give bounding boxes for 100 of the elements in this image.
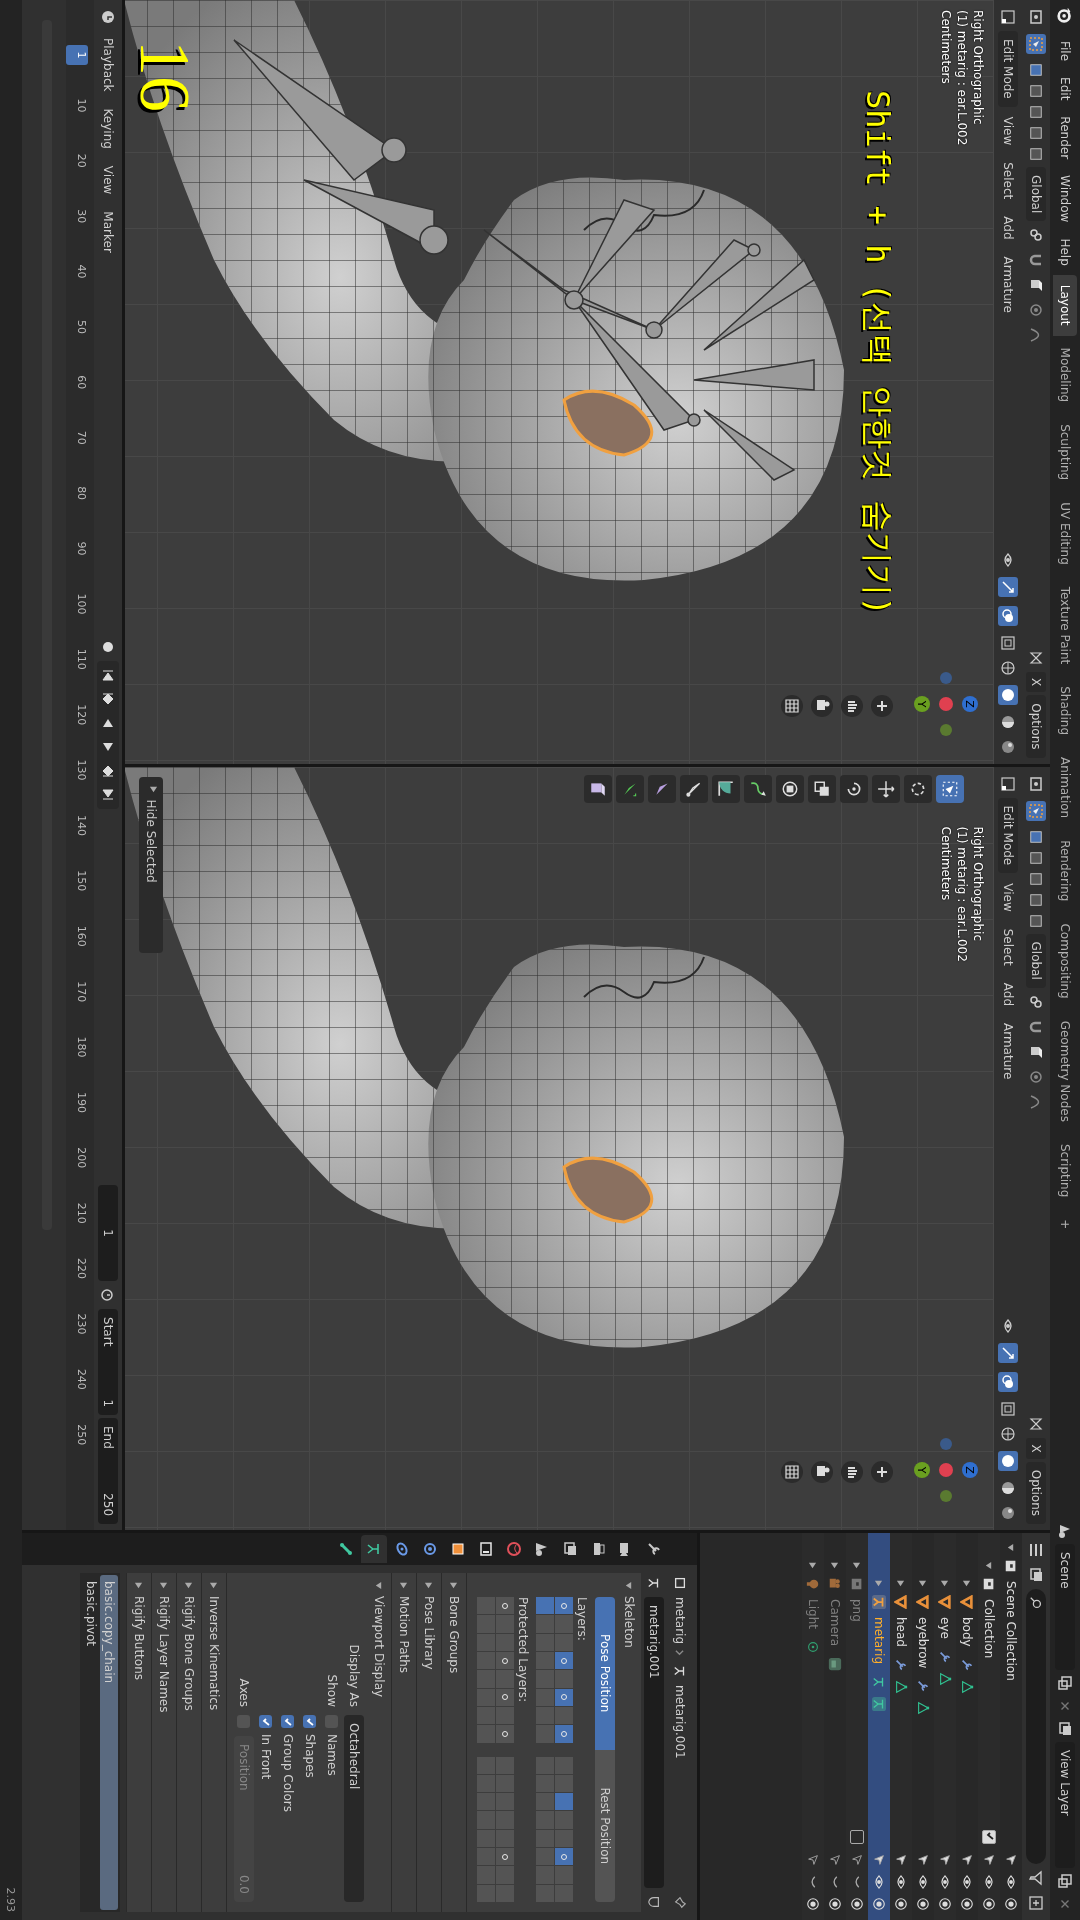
box-select-icon[interactable] — [1026, 34, 1046, 54]
timeline-menu[interactable]: Playback — [98, 31, 118, 99]
workspace-tab[interactable]: Compositing — [1053, 913, 1077, 1009]
viewport-canvas[interactable]: Right Orthographic (1) metarig : ear.L.002 Centimeters Z Y Shift + h (선택 안한것 숨기기) 16 — [125, 0, 994, 764]
camera-render-icon[interactable] — [982, 1897, 996, 1911]
camera-render-icon[interactable] — [850, 1897, 864, 1911]
mode-dropdown[interactable]: Edit Mode — [998, 797, 1018, 874]
layer-toggle[interactable] — [536, 1725, 554, 1743]
overlay-icon[interactable] — [998, 1372, 1018, 1392]
arrow-cursor-icon[interactable] — [872, 1853, 886, 1867]
pose-icon[interactable] — [872, 1697, 886, 1711]
stick-figure-icon[interactable] — [647, 1576, 661, 1590]
outliner-item[interactable]: eyebrow — [912, 1533, 934, 1920]
layer-toggle[interactable] — [536, 1706, 554, 1725]
outliner-item[interactable]: Scene Collection — [1000, 1533, 1022, 1920]
camera-data-icon[interactable] — [828, 1657, 842, 1672]
start-frame-field[interactable]: Start 1 — [98, 1309, 118, 1415]
navigation-gizmo[interactable]: Z Y — [906, 1430, 986, 1510]
workspace-tab[interactable]: Rendering — [1053, 830, 1077, 912]
shield-icon[interactable] — [647, 1895, 661, 1909]
camera-render-icon[interactable] — [960, 1897, 974, 1911]
workspace-tab[interactable]: Layout — [1053, 274, 1077, 336]
wireframe-sphere-icon[interactable] — [1000, 1426, 1016, 1442]
checkbox[interactable]: In Front — [259, 1715, 273, 1780]
add-workspace-button[interactable]: + — [1053, 1209, 1077, 1240]
menu-item[interactable]: File — [1055, 34, 1075, 69]
eye-icon[interactable] — [982, 1875, 996, 1889]
mesh-triangle-icon[interactable] — [916, 1701, 930, 1716]
edit-mode-icon[interactable] — [1000, 9, 1016, 25]
eye-icon[interactable] — [960, 1875, 974, 1889]
dot-circle-icon[interactable] — [1028, 302, 1044, 319]
expand-arrow-icon[interactable] — [984, 1561, 994, 1570]
workspace-tab[interactable]: Animation — [1053, 747, 1077, 829]
selection-mode-icon[interactable] — [1029, 147, 1043, 161]
layer-toggle[interactable] — [555, 1651, 573, 1670]
zoom-plus-icon[interactable] — [870, 693, 894, 718]
layer-toggle[interactable] — [555, 1829, 573, 1848]
workspace-tab[interactable]: Shading — [1053, 676, 1077, 745]
rendered-sphere-icon[interactable] — [1000, 1505, 1016, 1521]
hand-icon[interactable] — [840, 1460, 864, 1484]
scale-icon[interactable] — [808, 774, 836, 803]
eye-icon[interactable] — [894, 1875, 908, 1889]
arrow-cursor-icon[interactable] — [828, 1853, 842, 1867]
pose-toggle-button[interactable]: Pose Position — [595, 1597, 615, 1750]
viewport-menu[interactable]: View — [998, 109, 1018, 153]
eye-icon[interactable] — [1004, 1875, 1018, 1889]
layer-toggle[interactable] — [555, 1725, 573, 1743]
workspace-tab[interactable]: Geometry Nodes — [1053, 1010, 1077, 1132]
xray-icon[interactable] — [1000, 1401, 1016, 1417]
image-stack-icon[interactable] — [1057, 1721, 1073, 1737]
view-layer-field[interactable]: View Layer — [1055, 1742, 1075, 1868]
panel-header[interactable]: Inverse Kinematics — [202, 1573, 226, 1912]
blender-logo-icon[interactable] — [1056, 6, 1074, 24]
collapse-arrow-icon[interactable] — [962, 1579, 972, 1588]
xray-icon[interactable] — [1000, 634, 1016, 651]
workspace-tab[interactable]: Sculpting — [1053, 414, 1077, 491]
wrench-icon[interactable] — [894, 1657, 908, 1672]
panel-header[interactable]: Skeleton — [617, 1573, 641, 1912]
layer-toggle[interactable] — [536, 1651, 554, 1670]
grid-icon[interactable] — [780, 693, 804, 718]
layer-toggle[interactable] — [555, 1793, 573, 1811]
butterfly-icon[interactable] — [1028, 649, 1044, 666]
selection-mode-icon[interactable] — [1029, 850, 1043, 865]
menu-item[interactable]: Help — [1055, 231, 1075, 273]
viewport-menu[interactable]: Add — [998, 975, 1018, 1013]
bone-roll-icon[interactable] — [680, 774, 708, 803]
previous-keyframe-icon[interactable] — [100, 690, 116, 707]
collapse-arrow-icon[interactable] — [808, 1561, 818, 1570]
panel-header[interactable]: Rigify Buttons — [127, 1573, 151, 1912]
select-box-icon[interactable] — [936, 774, 964, 803]
orientation-dropdown[interactable]: Global — [1026, 167, 1046, 222]
panel-header[interactable]: Rigify Bone Groups — [177, 1573, 201, 1912]
zoom-plus-icon[interactable] — [870, 1460, 894, 1484]
new-collection-icon[interactable] — [1028, 1895, 1044, 1911]
mode-dropdown[interactable]: Edit Mode — [998, 31, 1018, 107]
viewport-menu[interactable]: Select — [998, 155, 1018, 207]
rendered-sphere-icon[interactable] — [1000, 738, 1016, 755]
light-data-icon[interactable] — [806, 1639, 820, 1654]
layer-toggle[interactable] — [555, 1597, 573, 1615]
material-sphere-icon[interactable] — [1000, 1480, 1016, 1496]
butterfly-icon[interactable] — [1028, 1416, 1044, 1433]
pose-toggle-button[interactable]: Rest Position — [595, 1749, 615, 1902]
selection-mode-icon[interactable] — [1029, 871, 1043, 886]
arrow-cursor-icon[interactable] — [938, 1853, 952, 1867]
overlay-icon[interactable] — [998, 605, 1018, 626]
selection-mode-icon[interactable] — [1029, 892, 1043, 907]
datablock-field[interactable]: metarig.001 — [644, 1597, 664, 1888]
bone-size-icon[interactable] — [648, 774, 676, 803]
material-sphere-icon[interactable] — [1000, 713, 1016, 730]
copy-icon[interactable] — [1057, 1675, 1073, 1691]
clock-editor-icon[interactable] — [100, 9, 116, 25]
panel-header[interactable]: Motion Paths — [392, 1573, 416, 1912]
pivot-icon[interactable] — [1028, 993, 1044, 1010]
mesh-triangle-icon[interactable] — [960, 1679, 974, 1694]
current-frame-field[interactable]: 1 — [98, 1185, 118, 1281]
camera-icon[interactable] — [810, 693, 834, 718]
viewport-menu[interactable]: Select — [998, 921, 1018, 973]
mirror-x-toggle[interactable]: X — [1026, 671, 1046, 693]
transform-icon[interactable] — [776, 774, 804, 803]
jump-end-icon[interactable] — [100, 786, 116, 803]
